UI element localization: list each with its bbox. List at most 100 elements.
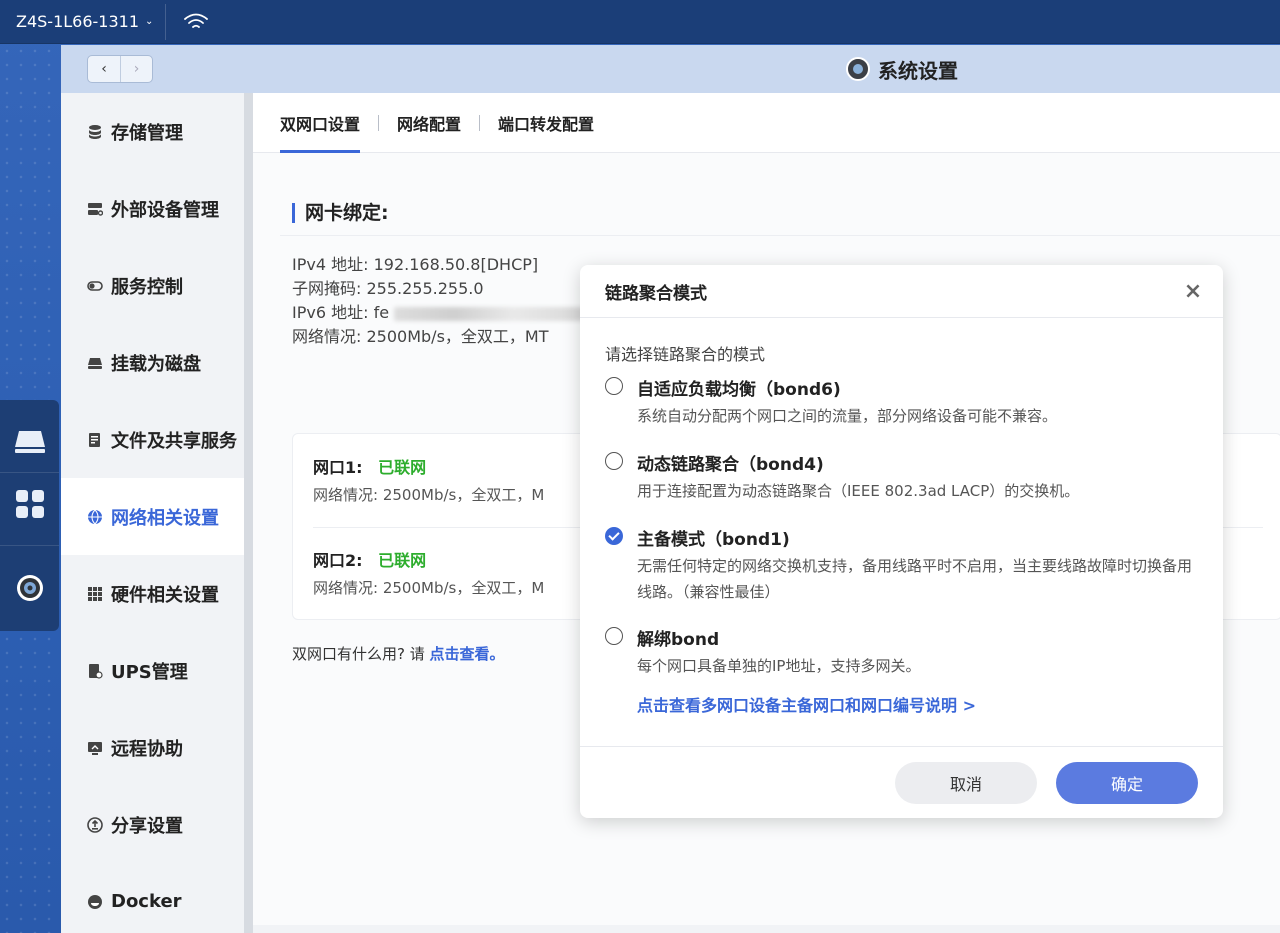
section-divider <box>280 235 1280 236</box>
sidebar-item-file-share[interactable]: 文件及共享服务 <box>61 401 244 478</box>
ups-icon <box>89 663 103 679</box>
option-title: 自适应负载均衡（bond6) <box>637 380 841 400</box>
sidebar-item-mount-disk[interactable]: 挂载为磁盘 <box>61 324 244 401</box>
port-status-badge: 已联网 <box>378 551 427 570</box>
close-icon[interactable]: × <box>1181 279 1205 304</box>
network-status-value: 2500Mb/s，全双工，MT <box>366 327 549 346</box>
ipv4-line: IPv4 地址: 192.168.50.8[DHCP] <box>292 253 594 277</box>
tab-port-forwarding[interactable]: 端口转发配置 <box>498 93 594 153</box>
sidebar-item-ups[interactable]: UPS管理 <box>61 632 244 709</box>
radio-button[interactable] <box>605 627 623 645</box>
option-bond1[interactable]: 主备模式（bond1) 无需任何特定的网络交换机支持，备用线路平时不启用，当主要… <box>605 525 1205 605</box>
sidebar-item-label: 硬件相关设置 <box>111 584 219 606</box>
dialog-prompt: 请选择链路聚合的模式 <box>605 345 766 364</box>
port-detail-value: 2500Mb/s，全双工，M <box>382 486 545 504</box>
globe-icon <box>88 509 102 524</box>
sidebar-item-label: 分享设置 <box>111 815 183 837</box>
radio-button-checked[interactable] <box>605 527 623 545</box>
sidebar-item-hardware[interactable]: 硬件相关设置 <box>61 555 244 632</box>
sidebar-item-label: 文件及共享服务 <box>111 430 237 452</box>
drive-icon <box>88 357 102 369</box>
settings-app-icon[interactable] <box>0 568 59 608</box>
option-description: 无需任何特定的网络交换机支持，备用线路平时不启用，当主要线路故障时切换备用线路。… <box>637 557 1193 601</box>
sidebar-item-service-control[interactable]: 服务控制 <box>61 247 244 324</box>
sidebar-item-label: 挂载为磁盘 <box>111 353 201 375</box>
sidebar-item-docker[interactable]: Docker <box>61 863 244 933</box>
confirm-button[interactable]: 确定 <box>1056 762 1198 804</box>
option-title: 解绑bond <box>637 630 720 650</box>
ipv4-value: 192.168.50.8[DHCP] <box>373 255 539 274</box>
port-detail-label: 网络情况: <box>313 486 379 504</box>
port-numbering-help-link[interactable]: 点击查看多网口设备主备网口和网口编号说明 > <box>637 692 976 716</box>
toggle-icon <box>87 280 103 291</box>
remote-icon <box>88 741 102 755</box>
dialog-title: 链路聚合模式 <box>605 283 707 304</box>
help-link[interactable]: 点击查看。 <box>430 645 505 663</box>
top-bar: Z4S-1L66-1311 ⌄ <box>0 0 1280 44</box>
sidebar-item-share-settings[interactable]: 分享设置 <box>61 786 244 863</box>
window-title-label: 系统设置 <box>878 58 958 83</box>
file-share-icon <box>89 432 100 447</box>
window-title: 系统设置 <box>846 45 958 93</box>
port-detail-label: 网络情况: <box>313 579 379 597</box>
sidebar-item-label: UPS管理 <box>111 661 188 683</box>
tab-divider <box>378 114 380 131</box>
cancel-button[interactable]: 取消 <box>895 762 1037 804</box>
port-status-badge: 已联网 <box>378 458 427 477</box>
port-name: 网口2: <box>313 551 363 570</box>
app-dock <box>0 400 59 631</box>
dialog-footer-divider <box>580 746 1223 747</box>
option-bond6[interactable]: 自适应负载均衡（bond6) 系统自动分配两个网口之间的流量，部分网络设备可能不… <box>605 375 1205 435</box>
port-name: 网口1: <box>313 458 363 477</box>
apps-icon[interactable] <box>0 482 59 526</box>
tab-dual-port[interactable]: 双网口设置 <box>280 93 361 153</box>
drive-icon[interactable] <box>0 420 59 464</box>
radio-button[interactable] <box>605 452 623 470</box>
ipv6-label: IPv6 地址: <box>292 303 369 322</box>
bond-mode-dialog: 链路聚合模式 × 请选择链路聚合的模式 自适应负载均衡（bond6) 系统自动分… <box>580 265 1223 818</box>
tab-network-config[interactable]: 网络配置 <box>397 93 461 153</box>
forward-button[interactable]: › <box>119 56 152 82</box>
option-bond4[interactable]: 动态链路聚合（bond4) 用于连接配置为动态链路聚合（IEEE 802.3ad… <box>605 450 1205 510</box>
bond-info: IPv4 地址: 192.168.50.8[DHCP] 子网掩码: 255.25… <box>292 253 595 349</box>
dialog-header: 链路聚合模式 × <box>580 265 1223 318</box>
radio-button[interactable] <box>605 377 623 395</box>
ipv6-value: fe <box>373 303 390 322</box>
network-status-line: 网络情况: 2500Mb/s，全双工，MT <box>292 325 594 349</box>
tab-divider <box>479 114 481 131</box>
section-title: 网卡绑定: <box>292 203 389 223</box>
sidebar-item-network[interactable]: 网络相关设置 <box>61 478 244 555</box>
bottom-edge <box>253 925 1280 933</box>
window-titlebar: ‹ › 系统设置 <box>61 45 1280 93</box>
redacted-ipv6 <box>394 306 595 321</box>
tab-bar: 双网口设置 网络配置 端口转发配置 <box>253 93 1280 153</box>
sidebar-item-label: 存储管理 <box>111 122 183 144</box>
option-title: 主备模式（bond1) <box>637 530 790 550</box>
sidebar-item-external-devices[interactable]: 外部设备管理 <box>61 170 244 247</box>
subnet-value: 255.255.255.0 <box>366 279 484 298</box>
sidebar-item-remote-assist[interactable]: 远程协助 <box>61 709 244 786</box>
device-name-label: Z4S-1L66-1311 <box>16 12 140 31</box>
sidebar-item-label: Docker <box>111 891 182 912</box>
settings-app-icon <box>846 57 870 81</box>
option-description: 用于连接配置为动态链路聚合（IEEE 802.3ad LACP）的交换机。 <box>637 482 1080 500</box>
option-description: 系统自动分配两个网口之间的流量，部分网络设备可能不兼容。 <box>637 407 1058 425</box>
wifi-icon[interactable] <box>166 0 226 44</box>
back-button[interactable]: ‹ <box>88 56 120 82</box>
help-text: 双网口有什么用? 请 <box>292 645 425 663</box>
database-icon <box>89 124 101 139</box>
option-title: 动态链路聚合（bond4) <box>637 455 824 475</box>
docker-icon <box>88 894 102 909</box>
device-selector[interactable]: Z4S-1L66-1311 ⌄ <box>0 0 165 44</box>
subnet-line: 子网掩码: 255.255.255.0 <box>292 277 594 301</box>
sidebar-item-storage[interactable]: 存储管理 <box>61 93 244 170</box>
option-unbind[interactable]: 解绑bond 每个网口具备单独的IP地址，支持多网关。 <box>605 625 1205 685</box>
devices-icon <box>88 202 103 216</box>
sidebar-item-label: 网络相关设置 <box>111 507 219 529</box>
dock-divider <box>0 472 59 473</box>
chevron-down-icon: ⌄ <box>145 16 154 27</box>
sidebar-item-label: 外部设备管理 <box>111 199 219 221</box>
sidebar-item-label: 服务控制 <box>111 276 183 298</box>
option-description: 每个网口具备单独的IP地址，支持多网关。 <box>637 657 921 675</box>
help-line: 双网口有什么用? 请 点击查看。 <box>292 643 505 664</box>
